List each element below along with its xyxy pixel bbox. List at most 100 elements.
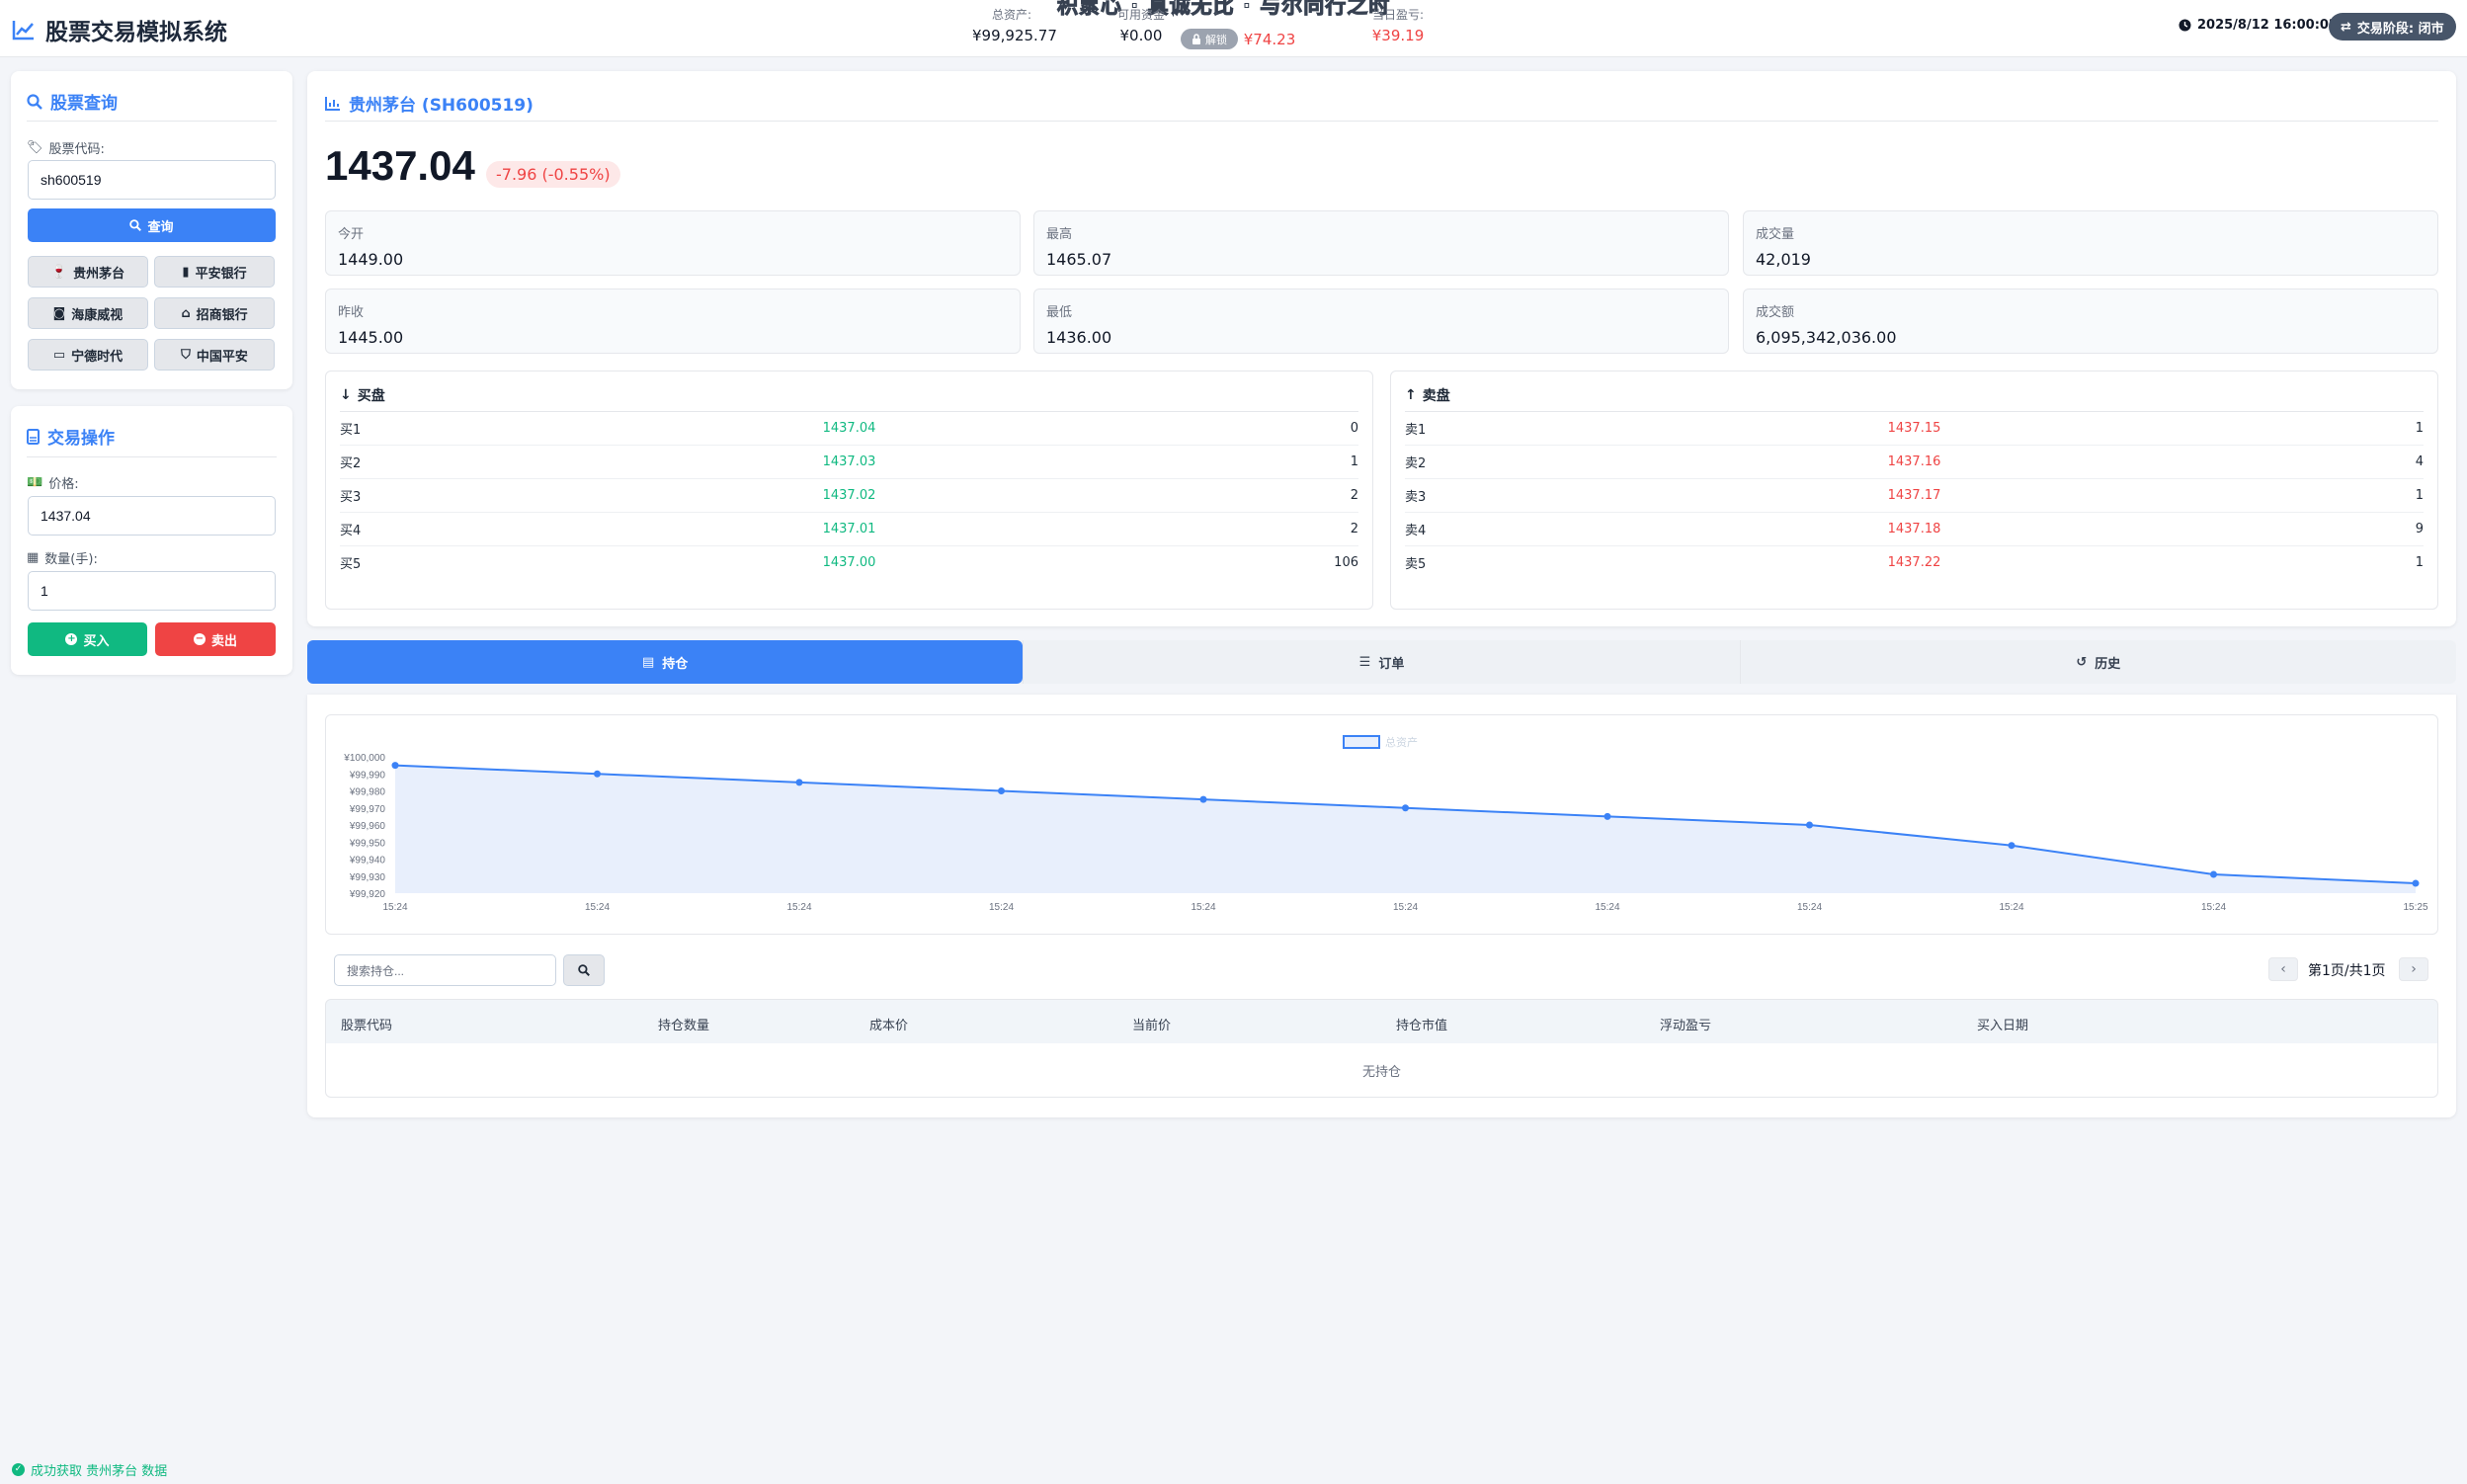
data-point[interactable] [1806,821,1813,829]
lock-icon [1192,34,1200,44]
quick-stock-button[interactable]: ▭ 宁德时代 [28,339,148,371]
tab-positions[interactable]: ▤ 持仓 [307,640,1024,684]
info-open: 今开 1449.00 [325,210,1021,276]
data-point[interactable] [998,787,1005,794]
wine-icon: 🍷 [50,264,68,280]
ask-row: 卖5 1437.22 1 [1405,545,2424,579]
quick-stock-button[interactable]: 🍷 贵州茅台 [28,256,148,288]
info-value: 6,095,342,036.00 [1756,328,1897,347]
data-point[interactable] [2210,870,2217,878]
ask-level: 卖2 [1405,456,1427,471]
ask-level: 卖4 [1405,524,1427,538]
trading-phase-label: 交易阶段: 闭市 [2356,21,2444,37]
trade-card: 交易操作 💵 价格: 1437.04 ▦ 数量(手): 1 + 买入 − 卖出 [11,406,292,675]
bid-qty: 106 [1334,555,1358,570]
ask-level: 卖5 [1405,557,1427,572]
prev-page-button[interactable]: ‹ [2268,957,2298,981]
plus-circle-icon: + [65,633,78,645]
data-point[interactable] [594,770,601,778]
column-header: 当前价 [1132,1019,1172,1033]
info-label: 成交量 [1756,227,1795,242]
ask-qty: 4 [2415,454,2424,469]
bid-level: 买4 [340,524,362,538]
stock-code-input[interactable]: sh600519 [28,160,276,200]
asset-chart: 总资产 ¥100,000 ¥99,990 ¥99,980 ¥99,970 ¥99,960… [343,735,2428,913]
bid-qty: 1 [1350,454,1358,469]
data-point[interactable] [391,762,399,770]
quick-stock-button[interactable]: ▮ 平安银行 [154,256,275,288]
x-tick-label: 15:24 [1999,902,2023,913]
query-button[interactable]: 查询 [28,208,276,242]
quick-stock-button[interactable]: ⛉ 中国平安 [154,339,275,371]
price-label-text: 价格: [48,477,79,492]
exchange-icon: ⇄ [2341,19,2351,35]
tab-orders[interactable]: ☰ 订单 [1023,640,1739,684]
x-tick-label: 15:24 [585,902,610,913]
price-input[interactable]: 1437.04 [28,496,276,536]
stock-title: 贵州茅台 (SH600519) [325,91,534,116]
search-icon [129,219,142,231]
ask-price: 1437.15 [1887,421,1941,436]
frozen: ¥74.23 [1240,27,1299,48]
buy-button[interactable]: + 买入 [28,622,147,656]
legend-swatch[interactable] [1343,735,1380,749]
y-tick-label: ¥99,940 [349,856,386,866]
stock-title-text: 贵州茅台 (SH600519) [349,96,534,116]
x-tick-label: 15:25 [2403,902,2427,913]
arrow-up-icon: ↑ [1405,387,1417,403]
ask-qty: 1 [2415,421,2424,436]
quick-stock-label: 招商银行 [196,307,248,323]
x-tick-label: 15:24 [1393,902,1418,913]
series-area [395,765,2416,893]
search-icon [27,93,42,110]
check-circle-icon: ✓ [12,1463,25,1476]
data-point[interactable] [1402,804,1409,812]
battery-icon: ▭ [52,347,66,363]
clock-icon [2179,19,2191,32]
building-icon: ▮ [182,264,190,280]
y-tick-label: ¥99,990 [349,770,386,781]
data-point[interactable] [795,779,803,786]
tab-history[interactable]: ↺ 历史 [1739,640,2456,684]
bid-price: 1437.00 [822,555,876,570]
bid-row: 买5 1437.00 106 [340,545,1358,579]
data-point[interactable] [1604,812,1611,820]
sell-button-label: 卖出 [210,633,237,649]
bid-row: 买3 1437.02 2 [340,478,1358,512]
trading-phase-badge[interactable]: ⇄ 交易阶段: 闭市 [2329,13,2456,41]
x-tick-label: 15:24 [2201,902,2226,913]
position-search-button[interactable] [563,954,605,986]
quantity-input[interactable]: 1 [28,571,276,611]
money-icon: 💵 [27,475,43,490]
bid-qty: 2 [1350,488,1358,503]
arrow-down-icon: ↓ [340,387,352,403]
daily-pnl-value: ¥39.19 [1371,27,1425,44]
column-header: 浮动盈亏 [1660,1019,1712,1033]
total-assets-label: 总资产: [991,8,1032,22]
sell-button[interactable]: − 卖出 [155,622,276,656]
query-button-label: 查询 [147,219,174,235]
next-page-button[interactable]: › [2399,957,2428,981]
unlock-button[interactable]: 解锁 [1181,29,1238,49]
quick-stock-button[interactable]: ◙ 海康威视 [28,297,148,329]
bid-qty: 2 [1350,522,1358,536]
chevron-left-icon: ‹ [2280,961,2286,977]
bid-book: ↓ 买盘 买1 1437.04 0 买2 1437.03 1 买3 1437.02 2 买4… [325,371,1373,610]
data-point[interactable] [2008,842,2015,850]
info-prev-close: 昨收 1445.00 [325,289,1021,354]
page-info: 第1页/共1页 [2308,963,2386,979]
info-value: 1465.07 [1046,250,1112,269]
ask-qty: 1 [2415,555,2424,570]
y-tick-label: ¥99,960 [349,821,386,832]
bid-price: 1437.04 [822,421,876,436]
brand: 股票交易模拟系统 [12,13,227,46]
quick-stock-button[interactable]: ⌂ 招商银行 [154,297,275,329]
ask-row: 卖2 1437.16 4 [1405,445,2424,478]
ask-qty: 9 [2415,522,2424,536]
cash: 可用资金 ¥0.00 [1107,6,1176,44]
data-point[interactable] [1199,795,1207,803]
data-point[interactable] [2412,879,2420,887]
qty-label-text: 数量(手): [44,552,98,567]
trade-title-text: 交易操作 [47,429,115,449]
position-search-input[interactable]: 搜索持仓... [334,954,556,986]
